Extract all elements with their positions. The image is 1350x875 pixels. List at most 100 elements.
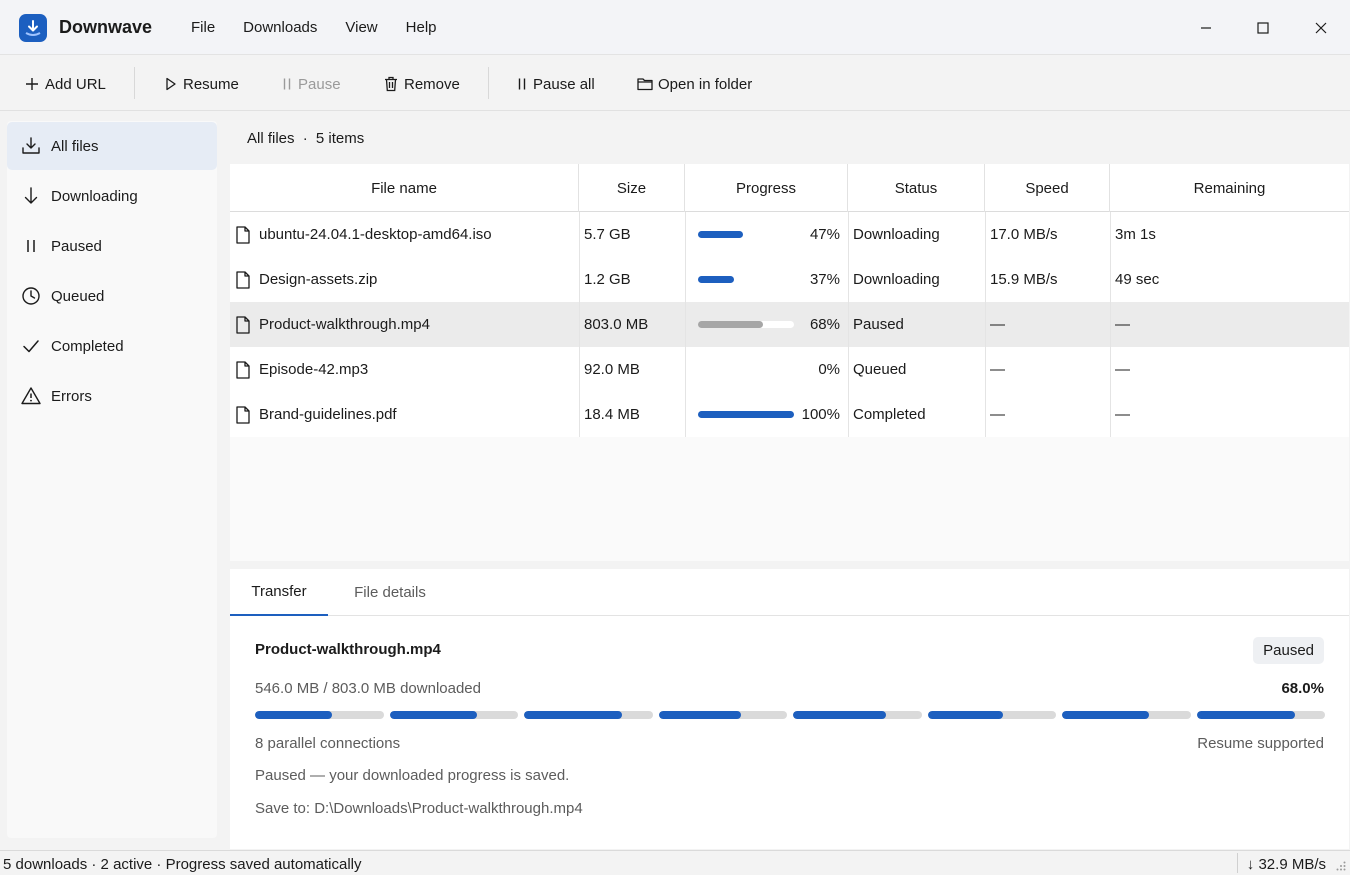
column-header-status[interactable]: Status (848, 164, 985, 212)
downloads-table: File name Size Progress Status Speed Rem… (230, 164, 1349, 561)
progress-percent: 37% (809, 271, 840, 288)
menu-help[interactable]: Help (406, 19, 437, 36)
resume-button[interactable]: Resume (165, 73, 239, 95)
sidebar-item-label: Paused (51, 237, 102, 255)
menu-view[interactable]: View (345, 19, 377, 36)
column-divider (579, 212, 580, 437)
app-name: Downwave (59, 17, 153, 37)
clock-icon (21, 286, 41, 306)
file-name: Brand-guidelines.pdf (259, 406, 397, 423)
connection-segment (658, 711, 787, 719)
remaining-text: 49 sec (1115, 271, 1160, 288)
sidebar-item-errors[interactable]: Errors (7, 372, 217, 420)
sidebar-item-paused[interactable]: Paused (7, 222, 217, 270)
table-row[interactable]: Episode-42.mp3 92.0 MB 0% Queued — — (230, 347, 1349, 392)
maximize-button[interactable] (1249, 14, 1277, 42)
open-folder-button[interactable]: Open in folder (637, 73, 752, 95)
pause-all-button[interactable]: Pause all (517, 73, 595, 95)
sidebar-item-label: Queued (51, 287, 105, 305)
progress-percent: 0% (818, 361, 840, 378)
connections-info: 8 parallel connections (255, 735, 401, 752)
column-header-speed[interactable]: Speed (985, 164, 1110, 212)
file-icon (235, 225, 251, 244)
table-row[interactable]: ubuntu-24.04.1-desktop-amd64.iso 5.7 GB … (230, 212, 1349, 257)
file-size: 1.2 GB (584, 271, 631, 288)
column-divider (848, 212, 849, 437)
column-header-file-name[interactable]: File name (230, 164, 579, 212)
menu-file[interactable]: File (191, 19, 215, 36)
progress-cell: 0% (685, 347, 848, 392)
progress-cell: 37% (685, 257, 848, 302)
status-badge: Paused (1253, 637, 1324, 664)
table-row[interactable]: Product-walkthrough.mp4 803.0 MB 68% Pau… (230, 302, 1349, 347)
pause-icon (21, 236, 41, 256)
progress-bar (698, 366, 794, 373)
file-name-cell: Design-assets.zip (235, 257, 575, 302)
minimize-button[interactable] (1192, 14, 1220, 42)
sidebar-item-label: Downloading (51, 187, 138, 205)
file-size: 92.0 MB (584, 361, 640, 378)
remaining-text: — (1115, 316, 1130, 333)
sidebar-item-completed[interactable]: Completed (7, 322, 217, 370)
sidebar-item-all-files[interactable]: All files (7, 122, 217, 170)
progress-bar-fill (698, 231, 744, 238)
toolbar: Add URL Resume Pause Remove Pause all Op… (0, 55, 1350, 111)
sidebar-item-downloading[interactable]: Downloading (7, 172, 217, 220)
progress-bar-fill (698, 276, 734, 283)
status-divider (1237, 853, 1238, 873)
column-header-remaining[interactable]: Remaining (1110, 164, 1349, 212)
item-count: 5 items (315, 130, 365, 147)
remaining-text: 3m 1s (1115, 226, 1156, 243)
toolbar-divider (134, 67, 135, 99)
progress-cell: 47% (685, 212, 848, 257)
sidebar: All files Downloading Paused Queued Comp… (7, 121, 217, 838)
toolbar-divider (488, 67, 489, 99)
pause-button[interactable]: Pause (282, 73, 341, 95)
close-icon (1315, 22, 1327, 34)
file-name-cell: Product-walkthrough.mp4 (235, 302, 575, 347)
save-path: Save to: D:\Downloads\Product-walkthroug… (255, 800, 583, 817)
close-button[interactable] (1307, 14, 1335, 42)
progress-percent: 100% (801, 406, 840, 423)
table-row[interactable]: Design-assets.zip 1.2 GB 37% Downloading… (230, 257, 1349, 302)
speed-text: — (990, 316, 1005, 333)
status-text: Queued (853, 361, 907, 378)
progress-bar-fill (698, 321, 764, 328)
maximize-icon (1257, 22, 1269, 34)
file-icon (235, 360, 251, 379)
file-name: Product-walkthrough.mp4 (259, 316, 430, 333)
file-size: 803.0 MB (584, 316, 649, 333)
connection-segment-fill (1196, 711, 1296, 719)
column-header-size[interactable]: Size (579, 164, 685, 212)
table-row[interactable]: Brand-guidelines.pdf 18.4 MB 100% Comple… (230, 392, 1349, 437)
connection-segment (255, 711, 384, 719)
tab-file-details[interactable]: File details (342, 569, 438, 616)
folder-icon (637, 78, 653, 91)
resume-support-info: Resume supported (1197, 735, 1324, 752)
file-name-cell: Episode-42.mp3 (235, 347, 575, 392)
sidebar-item-label: All files (51, 137, 99, 155)
speed-text: — (990, 361, 1005, 378)
progress-bar (698, 276, 794, 283)
open-folder-label: Open in folder (658, 75, 753, 93)
remove-label: Remove (404, 75, 460, 93)
app-logo-icon (19, 14, 47, 42)
column-header-progress[interactable]: Progress (685, 164, 848, 212)
resize-grip-icon[interactable] (1336, 861, 1346, 871)
progress-bar (698, 321, 794, 328)
remaining-text: — (1115, 361, 1130, 378)
file-icon (235, 405, 251, 424)
sidebar-item-queued[interactable]: Queued (7, 272, 217, 320)
remove-button[interactable]: Remove (384, 73, 460, 95)
sidebar-item-label: Completed (51, 337, 124, 355)
pause-label: Pause (298, 75, 341, 93)
file-name: Design-assets.zip (259, 271, 378, 288)
add-url-button[interactable]: Add URL (25, 73, 106, 95)
connection-segment-fill (658, 711, 741, 719)
connection-segments (255, 711, 1325, 719)
connection-segment (524, 711, 653, 719)
column-divider (985, 212, 986, 437)
minimize-icon (1201, 27, 1211, 29)
tab-transfer[interactable]: Transfer (230, 569, 328, 616)
menu-downloads[interactable]: Downloads (243, 19, 317, 36)
